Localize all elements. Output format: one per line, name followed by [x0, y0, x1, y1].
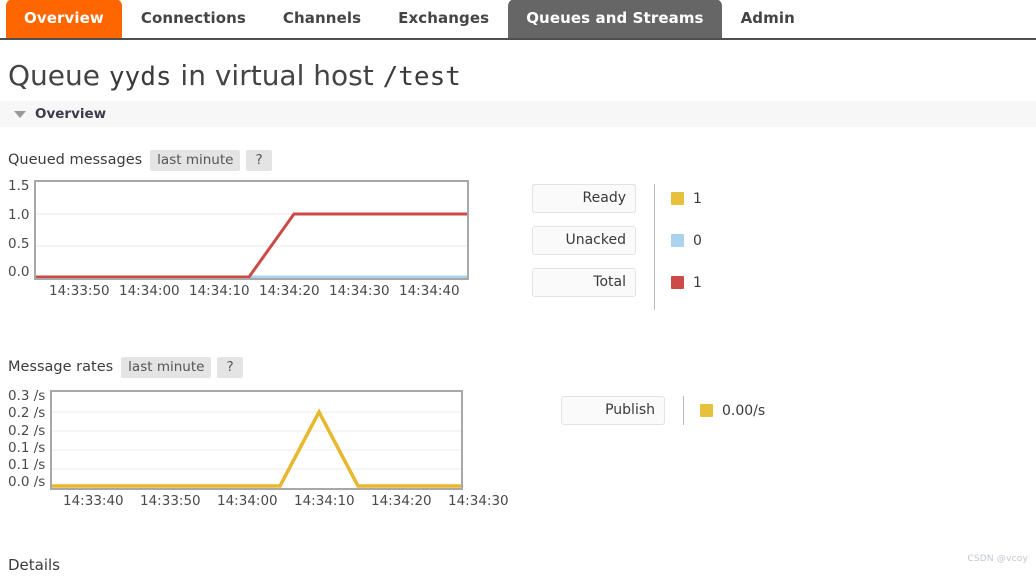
x-tick-label: 14:34:30: [329, 283, 390, 299]
nav-tab-label: Queues and Streams: [526, 9, 704, 27]
nav-tab-label: Channels: [282, 9, 362, 27]
x-tick-label: 14:34:30: [448, 493, 509, 509]
x-tick-label: 14:34:40: [399, 283, 460, 299]
message-rates-title: Message rates: [8, 359, 114, 375]
legend-value-row: 1: [671, 268, 702, 297]
y-tick-label: 0.3 /s: [8, 388, 46, 404]
legend-button-unacked[interactable]: Unacked: [532, 226, 636, 255]
queued-messages-header: Queued messages last minute ?: [0, 149, 1036, 171]
queued-messages-period-button[interactable]: last minute: [150, 149, 241, 171]
y-tick-label: 1.5: [8, 178, 30, 194]
x-tick-label: 14:33:40: [63, 493, 124, 509]
page-root: Overview Connections Channels Exchanges …: [0, 0, 1036, 576]
legend-value-column: 1 0 1: [671, 184, 702, 310]
nav-tab-label: Connections: [140, 9, 246, 27]
nav-tab-label: Admin: [740, 9, 795, 27]
legend-value-ready: 1: [693, 190, 702, 207]
legend-divider: [683, 396, 684, 425]
legend-value-unacked: 0: [693, 232, 702, 249]
nav-tab-label: Overview: [24, 9, 104, 27]
y-tick-label: 0.2 /s: [8, 422, 46, 439]
message-rates-period-button[interactable]: last minute: [121, 356, 212, 378]
queued-messages-svg: [36, 212, 468, 278]
color-swatch-icon: [671, 192, 684, 205]
color-swatch-icon: [671, 276, 684, 289]
legend-value-column: 0.00/s: [700, 396, 765, 425]
x-tick-label: 14:34:20: [259, 283, 320, 299]
legend-value-row: 0: [671, 226, 702, 255]
nav-tab-connections[interactable]: Connections: [123, 0, 264, 38]
details-section-label: Details: [8, 556, 61, 574]
nav-tab-label: Exchanges: [398, 9, 490, 27]
message-rates-x-axis: 14:33:40 14:33:50 14:34:00 14:34:10 14:3…: [63, 493, 509, 511]
y-tick-label: 0.1 /s: [8, 457, 46, 474]
queued-messages-y-axis: 1.5 1.0 0.5 0.0: [8, 178, 34, 281]
overview-section-header[interactable]: Overview: [0, 101, 1036, 127]
legend-name-column: Ready Unacked Total: [532, 184, 636, 310]
y-tick-label: 0.2 /s: [8, 405, 46, 422]
nav-tab-channels[interactable]: Channels: [265, 0, 379, 38]
nav-tab-queues-and-streams[interactable]: Queues and Streams: [508, 0, 722, 38]
chevron-down-icon[interactable]: [14, 110, 26, 118]
y-tick-label: 0.5: [8, 235, 30, 252]
page-title: Queue yyds in virtual host /test: [0, 40, 1036, 97]
y-tick-label: 0.0: [8, 264, 30, 281]
message-rates-chart-row: 0.3 /s 0.2 /s 0.2 /s 0.1 /s 0.1 /s 0.0 /…: [0, 388, 1036, 511]
main-navigation-tabs: Overview Connections Channels Exchanges …: [0, 0, 1036, 40]
legend-divider: [654, 184, 655, 310]
queued-messages-plot-area[interactable]: [34, 180, 470, 280]
message-rates-y-axis: 0.3 /s 0.2 /s 0.2 /s 0.1 /s 0.1 /s 0.0 /…: [8, 388, 50, 491]
queue-name: yyds: [108, 62, 172, 92]
y-tick-label: 0.0 /s: [8, 474, 46, 491]
legend-value-row: 0.00/s: [700, 396, 765, 425]
virtual-host-name: /test: [382, 62, 461, 92]
queued-messages-chart-row: 1.5 1.0 0.5 0.0 14:33:50 14:34:00 14:34:…: [0, 178, 1036, 310]
color-swatch-icon: [700, 404, 713, 417]
x-tick-label: 14:34:00: [217, 493, 278, 509]
message-rates-plot-area[interactable]: [50, 390, 464, 490]
message-rates-chart: 0.3 /s 0.2 /s 0.2 /s 0.1 /s 0.1 /s 0.0 /…: [8, 388, 509, 511]
color-swatch-icon: [671, 234, 684, 247]
page-title-middle: in virtual host: [180, 59, 374, 92]
legend-button-publish[interactable]: Publish: [561, 396, 665, 425]
nav-tab-exchanges[interactable]: Exchanges: [380, 0, 507, 38]
message-rates-help-button[interactable]: ?: [217, 356, 243, 378]
legend-value-row: 1: [671, 184, 702, 213]
queued-messages-help-button[interactable]: ?: [246, 149, 272, 171]
x-tick-label: 14:34:00: [119, 283, 180, 299]
message-rates-legend: Publish 0.00/s: [561, 396, 765, 425]
nav-tab-admin[interactable]: Admin: [723, 0, 813, 38]
queued-messages-chart: 1.5 1.0 0.5 0.0 14:33:50 14:34:00 14:34:…: [8, 178, 486, 301]
nav-tab-overview[interactable]: Overview: [6, 0, 122, 38]
x-tick-label: 14:34:20: [371, 493, 432, 509]
y-tick-label: 0.1 /s: [8, 439, 46, 456]
x-tick-label: 14:33:50: [140, 493, 201, 509]
x-tick-label: 14:34:10: [294, 493, 355, 509]
legend-value-total: 1: [693, 274, 702, 291]
legend-name-column: Publish: [561, 396, 665, 425]
x-tick-label: 14:33:50: [49, 283, 110, 299]
message-rates-header: Message rates last minute ?: [0, 356, 1036, 378]
x-tick-label: 14:34:10: [189, 283, 250, 299]
y-tick-label: 1.0: [8, 206, 30, 223]
legend-value-publish: 0.00/s: [722, 402, 766, 419]
page-title-prefix: Queue: [8, 59, 100, 92]
queued-messages-title: Queued messages: [8, 152, 143, 168]
legend-button-ready[interactable]: Ready: [532, 184, 636, 213]
overview-section-label: Overview: [35, 106, 107, 122]
watermark: CSDN @vcoy: [967, 554, 1028, 564]
queued-messages-x-axis: 14:33:50 14:34:00 14:34:10 14:34:20 14:3…: [41, 283, 486, 301]
legend-button-total[interactable]: Total: [532, 268, 636, 297]
message-rates-svg: [52, 408, 462, 488]
queued-messages-legend: Ready Unacked Total 1 0 1: [532, 184, 702, 310]
